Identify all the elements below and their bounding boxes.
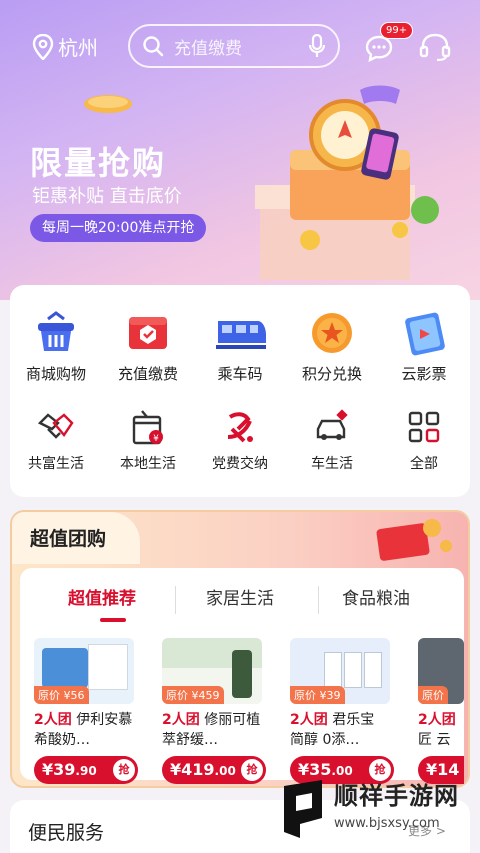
tab-value-recommend[interactable]: 超值推荐 — [68, 584, 136, 609]
location-selector[interactable]: 杭州 — [32, 32, 98, 61]
price-decimal: .00 — [214, 764, 236, 778]
product-name: 2人团 君乐宝 简醇 0添… — [290, 710, 390, 750]
service-label: 充值缴费 — [117, 365, 178, 383]
service-item-party-fee[interactable]: 党费交纳 — [194, 407, 286, 473]
watermark-logo-icon — [284, 780, 322, 838]
shopping-basket-icon — [38, 311, 74, 351]
product-image: 原价 ¥39 — [290, 638, 390, 704]
grab-label: 抢 — [241, 759, 263, 781]
service-item-points[interactable]: 积分兑换 — [286, 309, 378, 384]
coin-decoration-icon — [84, 95, 132, 113]
original-price: 原价 — [418, 686, 448, 704]
local-shop-icon: ¥ — [132, 410, 163, 445]
group-tag: 2人团 — [418, 712, 456, 728]
tab-home-living[interactable]: 家居生活 — [206, 584, 274, 609]
group-buy-title: 超值团购 — [12, 512, 140, 564]
product-card[interactable]: 原价 ¥56 2人团 伊利安慕希酸奶… ¥39.90 抢 — [34, 638, 150, 784]
tab-grain-oil[interactable]: 食品粮油 — [342, 584, 410, 609]
product-name: 2人团 修丽可植萃舒缓… — [162, 710, 262, 750]
service-label: 全部 — [410, 456, 438, 472]
group-tag: 2人团 — [290, 712, 328, 728]
watermark-url: www.bjsxsy.com — [334, 816, 440, 831]
price-decimal: .90 — [75, 764, 97, 778]
promo-title: 限量抢购 — [30, 144, 167, 182]
original-price: 原价 ¥56 — [34, 686, 89, 704]
service-item-movie[interactable]: 云影票 — [378, 309, 470, 384]
service-label: 本地生活 — [120, 456, 176, 472]
price-main: ¥419 — [170, 760, 215, 779]
car-icon — [316, 409, 348, 440]
product-image: 原价 — [418, 638, 464, 704]
product-image: 原价 ¥56 — [34, 638, 134, 704]
red-envelope-decoration-icon — [376, 519, 452, 561]
product-card[interactable]: 原价 ¥459 2人团 修丽可植萃舒缓… ¥419.00 抢 — [162, 638, 278, 784]
tab-divider — [318, 586, 319, 614]
search-placeholder: 充值缴费 — [174, 38, 242, 59]
star-coin-icon — [312, 313, 352, 353]
service-item-local-life[interactable]: ¥ 本地生活 — [102, 407, 194, 473]
service-label: 车生活 — [311, 456, 353, 472]
group-buy-tabs: 超值推荐 家居生活 食品粮油 — [20, 578, 464, 622]
active-tab-indicator — [100, 618, 126, 622]
service-label: 云影票 — [401, 365, 447, 383]
service-label: 乘车码 — [217, 365, 263, 383]
price-button[interactable]: ¥419.00 抢 — [162, 756, 266, 784]
gift-box-illustration — [255, 85, 439, 280]
search-bar[interactable]: 充值缴费 — [128, 24, 340, 68]
original-price: 原价 ¥459 — [162, 686, 224, 704]
group-buy-panel: 超值推荐 家居生活 食品粮油 原价 ¥56 2人团 伊利安慕希酸奶… ¥39.9… — [20, 568, 464, 784]
customer-service-icon[interactable] — [418, 32, 452, 62]
service-label: 共富生活 — [28, 456, 84, 472]
service-item-all[interactable]: 全部 — [378, 407, 470, 473]
service-item-transit[interactable]: 乘车码 — [194, 309, 286, 384]
tab-divider — [175, 586, 176, 614]
price-main: ¥39 — [42, 760, 76, 779]
train-icon — [216, 321, 266, 349]
location-pin-icon — [32, 33, 54, 60]
svg-text:¥: ¥ — [153, 434, 159, 444]
service-label: 党费交纳 — [212, 456, 268, 472]
message-badge: 99+ — [380, 22, 414, 39]
watermark-name: 顺祥手游网 — [334, 782, 459, 810]
search-icon — [143, 36, 164, 57]
microphone-icon[interactable] — [308, 34, 326, 58]
original-price: 原价 ¥39 — [290, 686, 345, 704]
service-label: 积分兑换 — [301, 365, 362, 383]
convenience-title: 便民服务 — [28, 822, 105, 844]
site-watermark: 顺祥手游网 www.bjsxsy.com — [272, 768, 480, 853]
product-name: 2人团 匠 云 — [418, 710, 464, 750]
grid-all-icon — [408, 411, 440, 443]
price-button[interactable]: ¥39.90 抢 — [34, 756, 138, 784]
product-card[interactable]: 原价 2人团 匠 云 ¥14 — [418, 638, 464, 784]
handshake-icon — [37, 413, 74, 439]
service-item-shopping[interactable]: 商城购物 — [10, 309, 102, 384]
city-label: 杭州 — [58, 36, 98, 60]
party-emblem-icon — [227, 412, 253, 443]
product-image: 原价 ¥459 — [162, 638, 262, 704]
promo-schedule-pill[interactable]: 每周一晚20:00准点开抢 — [30, 214, 207, 242]
hero-banner[interactable]: 杭州 充值缴费 99+ 限量抢购 钜惠补贴 直击底价 每周一晚20:00准点开抢 — [0, 0, 480, 300]
service-item-car-life[interactable]: 车生活 — [286, 407, 378, 473]
promo-subtitle: 钜惠补贴 直击底价 — [32, 186, 182, 207]
service-item-common-wealth[interactable]: 共富生活 — [10, 407, 102, 473]
grab-label: 抢 — [113, 759, 135, 781]
group-tag: 2人团 — [34, 712, 72, 728]
product-name: 2人团 伊利安慕希酸奶… — [34, 710, 134, 750]
recharge-icon — [129, 317, 167, 349]
group-buy-section: 超值团购 超值推荐 家居生活 食品粮油 原价 ¥56 2人团 伊利安慕希酸奶… … — [10, 510, 470, 788]
service-grid-card: 商城购物 充值缴费 乘车码 积分兑换 云影票 共富生活 ¥ 本地生活 党费交纳 … — [10, 285, 470, 497]
service-item-recharge[interactable]: 充值缴费 — [102, 309, 194, 384]
top-bar: 杭州 充值缴费 99+ — [0, 22, 480, 70]
group-tag: 2人团 — [162, 712, 200, 728]
movie-ticket-icon — [405, 312, 445, 356]
product-title: 匠 云 — [418, 732, 451, 748]
service-label: 商城购物 — [25, 365, 86, 383]
product-card[interactable]: 原价 ¥39 2人团 君乐宝 简醇 0添… ¥35.00 抢 — [290, 638, 406, 784]
